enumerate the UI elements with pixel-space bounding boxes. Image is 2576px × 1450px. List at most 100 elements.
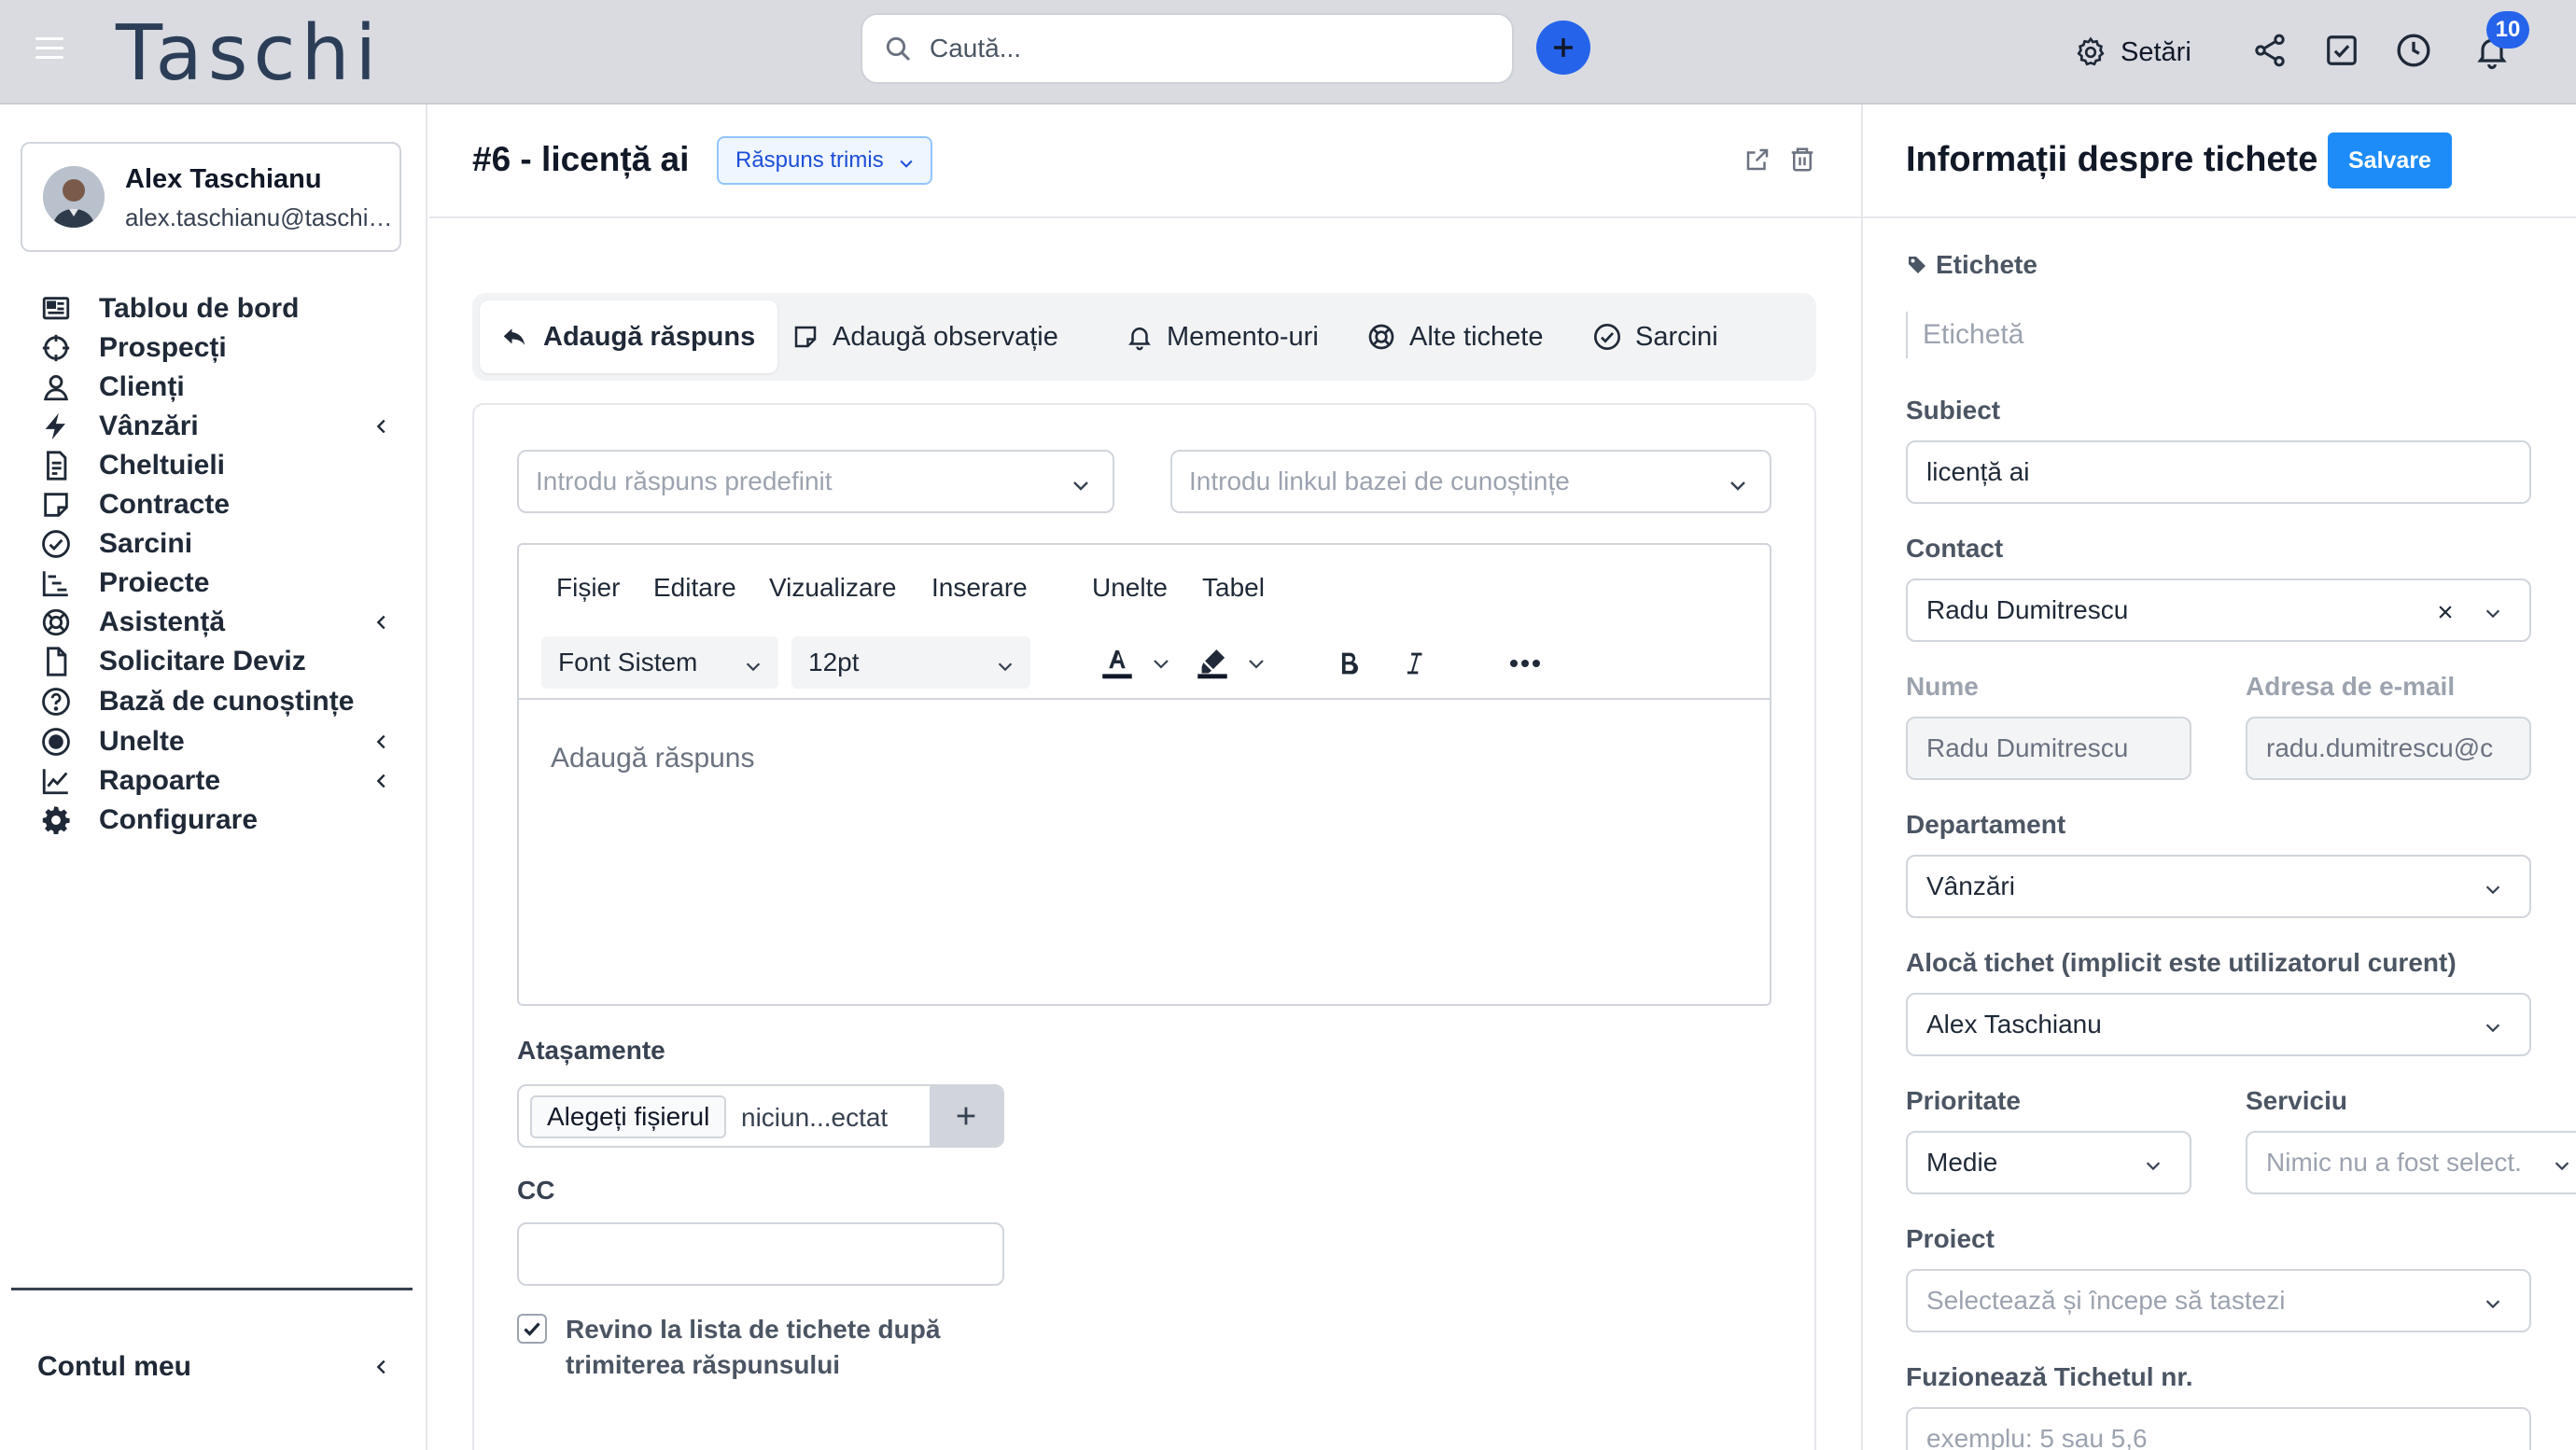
add-attachment-button[interactable] [930, 1086, 1002, 1146]
quick-create-button[interactable] [1536, 21, 1590, 75]
rich-text-editor: Fișier Editare Vizualizare Inserare Unel… [517, 543, 1771, 1006]
user-name: Alex Taschianu [125, 164, 322, 194]
chevron-down-icon [2485, 1024, 2500, 1033]
project-select[interactable]: Selectează și începe să tastezi [1906, 1269, 2531, 1332]
priority-select[interactable]: Medie [1906, 1131, 2191, 1194]
predefined-reply-select[interactable]: Introdu răspuns predefinit [517, 450, 1114, 513]
avatar [43, 166, 105, 228]
choose-file-button[interactable]: Alegeți fișierul [530, 1095, 727, 1138]
ticket-info-panel: Informații despre tichete Salvare Etiche… [1861, 105, 2576, 1450]
receipt-icon [37, 447, 75, 484]
menu-edit[interactable]: Editare [653, 573, 736, 603]
font-family-value: Font Sistem [558, 648, 698, 676]
menu-tools[interactable]: Unelte [1092, 573, 1168, 603]
menu-insert[interactable]: Inserare [931, 573, 1028, 603]
settings-button[interactable]: Setări [2074, 0, 2191, 105]
editor-menubar: Fișier Editare Vizualizare Inserare Unel… [519, 545, 1770, 620]
tab-reminders[interactable]: Memento-uri [1107, 300, 1341, 373]
tab-label: Memento-uri [1167, 321, 1319, 352]
email-input: radu.dumitrescu@c [2246, 717, 2531, 780]
notification-badge: 10 [2486, 11, 2529, 49]
highlight-color-button[interactable] [1193, 640, 1267, 687]
question-icon [37, 683, 75, 720]
menu-view[interactable]: Vizualizare [769, 573, 896, 603]
sidebar-item-label: Configurare [99, 804, 259, 835]
ticket-info-title: Informații despre tichete [1906, 140, 2318, 179]
sidebar-item-label: Contul meu [37, 1351, 191, 1382]
knowledge-base-select[interactable]: Introdu linkul bazei de cunoștințe [1170, 450, 1771, 513]
user-icon [37, 369, 75, 406]
chevron-left-icon [376, 1359, 385, 1374]
sidebar-item-configurare[interactable]: Configurare [37, 797, 401, 844]
search-box[interactable] [861, 13, 1514, 84]
tab-add-reply[interactable]: Adaugă răspuns [480, 300, 778, 373]
file-status-text: niciun...ectat [741, 1103, 889, 1132]
attachments-label: Atașamente [517, 1036, 665, 1065]
ticket-status-dropdown[interactable]: Răspuns trimis [717, 136, 932, 185]
tab-tasks[interactable]: Sarcini [1574, 300, 1741, 373]
app-logo[interactable]: Taschi [116, 7, 382, 101]
service-placeholder: Nimic nu a fost select. [2266, 1148, 2522, 1177]
priority-value: Medie [1926, 1148, 1998, 1177]
clear-icon[interactable] [2436, 603, 2455, 621]
sidebar-item-label: Contracte [99, 489, 231, 520]
trash-icon[interactable] [1788, 146, 1816, 174]
highlighter-icon [1197, 649, 1227, 679]
department-select[interactable]: Vânzări [1906, 855, 2531, 918]
chevron-down-icon [1249, 660, 1264, 669]
chevron-down-icon [1730, 481, 1745, 491]
ticket-header: #6 - licență ai Răspuns trimis [429, 105, 1861, 218]
subject-input[interactable]: licență ai [1906, 440, 2531, 504]
sidebar-item-my-account[interactable]: Contul meu [37, 1344, 401, 1390]
italic-button[interactable] [1398, 640, 1430, 687]
bolt-icon [37, 408, 75, 445]
contact-select[interactable]: Radu Dumitrescu [1906, 579, 2531, 642]
text-color-icon [1102, 650, 1132, 679]
tags-input[interactable]: Etichetă [1906, 312, 2023, 358]
editor-content-area[interactable]: Adaugă răspuns [551, 743, 755, 774]
hamburger-menu-icon[interactable] [35, 37, 63, 65]
assign-select[interactable]: Alex Taschianu [1906, 993, 2531, 1056]
share-icon[interactable] [2251, 32, 2289, 69]
font-size-select[interactable]: 12pt [791, 636, 1030, 689]
font-family-select[interactable]: Font Sistem [541, 636, 778, 689]
sidebar-item-label: Tablou de bord [99, 293, 300, 324]
attachment-file-input: Alegeți fișierul niciun...ectat [517, 1084, 1004, 1148]
menu-table[interactable]: Tabel [1202, 573, 1265, 603]
task-checkbox-icon[interactable] [2324, 32, 2359, 69]
ticket-tabs: Adaugă răspuns Adaugă observație Memento… [472, 293, 1816, 381]
menu-file[interactable]: Fișier [556, 573, 620, 603]
plus-icon [1554, 38, 1573, 57]
check-circle-icon [37, 525, 75, 563]
department-value: Vânzări [1926, 871, 2015, 900]
name-input: Radu Dumitrescu [1906, 717, 2191, 780]
cc-input[interactable] [517, 1222, 1004, 1286]
service-select[interactable]: Nimic nu a fost select. [2246, 1131, 2576, 1194]
chevron-down-icon [900, 160, 913, 168]
search-input[interactable] [930, 34, 1452, 63]
record-icon [37, 723, 75, 760]
cc-label: CC [517, 1176, 555, 1205]
name-label: Nume [1906, 672, 1979, 701]
chevron-down-icon [1154, 660, 1169, 669]
tab-other-tickets[interactable]: Alte tichete [1348, 300, 1565, 373]
user-card[interactable]: Alex Taschianu alex.taschianu@taschi.ro [21, 142, 401, 252]
bell-icon [1128, 328, 1151, 351]
more-options-button[interactable] [1506, 640, 1544, 687]
font-size-value: 12pt [808, 648, 860, 676]
checkmark-icon [524, 1322, 540, 1336]
tab-label: Alte tichete [1409, 321, 1544, 352]
bold-button[interactable] [1333, 640, 1365, 687]
text-color-button[interactable] [1098, 640, 1172, 687]
clock-icon[interactable] [2395, 32, 2432, 69]
return-to-list-checkbox[interactable] [517, 1314, 547, 1344]
external-link-icon[interactable] [1743, 146, 1771, 174]
priority-label: Prioritate [1906, 1086, 2021, 1115]
sidebar-item-label: Solicitare Deviz [99, 646, 306, 676]
sidebar-item-label: Sarcini [99, 528, 193, 559]
save-button[interactable]: Salvare [2328, 132, 2452, 188]
email-label: Adresa de e-mail [2246, 672, 2456, 701]
merge-ticket-input[interactable]: exemplu: 5 sau 5,6 [1906, 1407, 2531, 1450]
sidebar-item-label: Asistență [99, 606, 226, 637]
tab-add-note[interactable]: Adaugă observație [773, 300, 1081, 373]
